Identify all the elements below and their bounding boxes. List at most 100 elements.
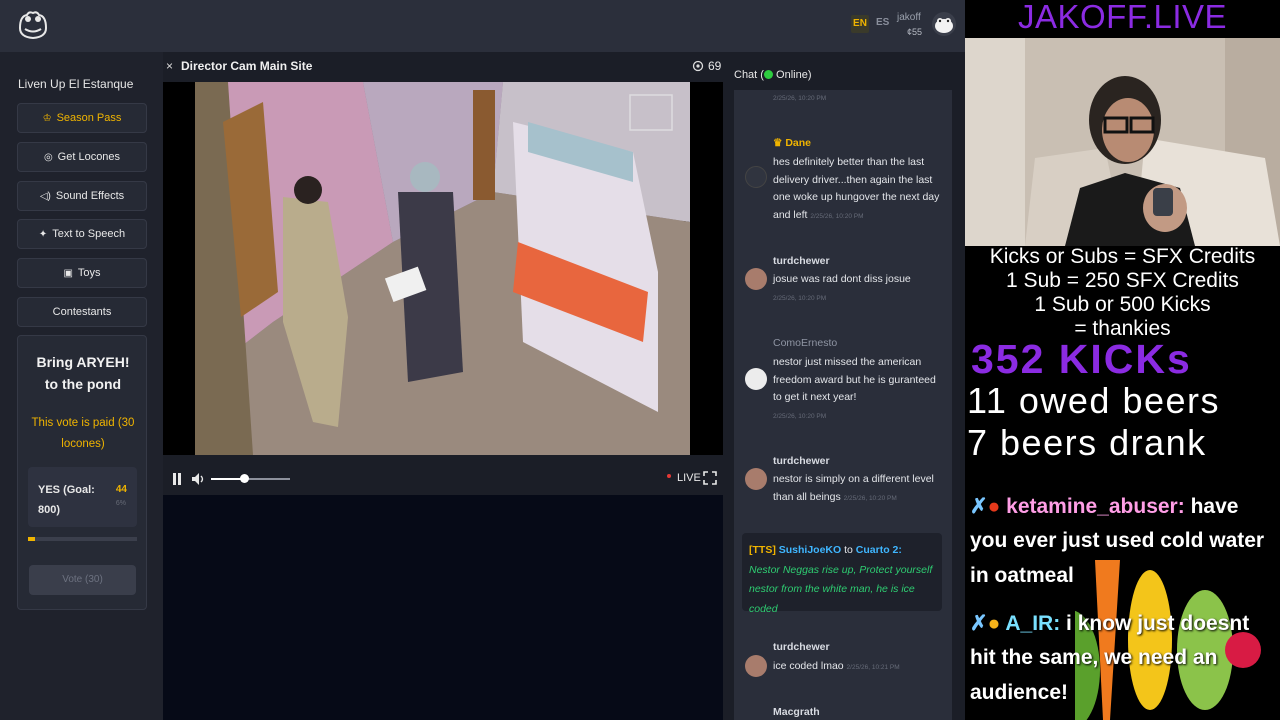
season-pass-label: Season Pass xyxy=(56,112,122,124)
player-controls: LIVE xyxy=(163,463,723,495)
vote-progress-fill xyxy=(28,537,35,541)
pause-icon[interactable] xyxy=(171,472,183,486)
camera-title: Director Cam Main Site xyxy=(181,59,313,73)
message-time: 2/25/26, 10:20 PM xyxy=(773,95,827,102)
owed-beers: 11 owed beers xyxy=(967,380,1220,421)
player-lower-area xyxy=(163,495,723,720)
chat-title: Chat ( xyxy=(734,69,764,81)
message-time: 2/25/26, 10:20 PM xyxy=(773,413,827,420)
sound-effects-label: Sound Effects xyxy=(55,190,125,202)
contestants-button[interactable]: Contestants xyxy=(17,297,147,327)
close-camera-button[interactable]: × xyxy=(166,59,173,73)
top-bar: EN ES jakoff ¢55 xyxy=(0,0,965,52)
sparkle-icon: ✦ xyxy=(38,228,48,240)
volume-slider[interactable] xyxy=(211,474,290,483)
toys-button[interactable]: ▣ Toys xyxy=(17,258,147,288)
sound-effects-button[interactable]: ◁) Sound Effects xyxy=(17,181,147,211)
chat-panel[interactable]: 2/25/26, 10:20 PM ♛ Dane hes definitely … xyxy=(734,90,952,720)
message-username[interactable]: ComoErnesto xyxy=(773,337,837,349)
stream-chat-line: in oatmeal xyxy=(970,564,1074,587)
message-username[interactable]: Macgrath xyxy=(773,706,820,718)
text-to-speech-button[interactable]: ✦ Text to Speech xyxy=(17,219,147,249)
live-label: LIVE xyxy=(677,472,701,484)
user-avatar-icon[interactable] xyxy=(932,12,956,36)
language-es-button[interactable]: ES xyxy=(876,17,889,28)
video-player[interactable] xyxy=(163,82,723,455)
message-body: ice coded lmao xyxy=(773,660,844,672)
tts-tag: [TTS] xyxy=(749,544,776,556)
message-text: hes definitely better than the last deli… xyxy=(773,154,943,225)
avatar xyxy=(745,368,767,390)
crown-icon: ♛ xyxy=(773,137,786,149)
stream-chat-line: audience! xyxy=(970,681,1069,704)
message-time: 2/25/26, 10:21 PM xyxy=(846,664,900,671)
contestants-label: Contestants xyxy=(52,306,112,318)
tts-recipient[interactable]: Cuarto 2: xyxy=(856,544,902,556)
vote-title-line1: Bring ARYEH! xyxy=(36,354,130,370)
sfx-line: 1 Sub = 250 SFX Credits xyxy=(1006,269,1239,292)
avatar xyxy=(745,166,767,188)
website-app: EN ES jakoff ¢55 Liven Up El Estanque ♔ … xyxy=(0,0,965,720)
volume-slider-thumb[interactable] xyxy=(240,474,250,483)
chat-status: Online) xyxy=(772,69,812,81)
text-to-speech-label: Text to Speech xyxy=(52,228,126,240)
live-dot-icon xyxy=(667,474,671,478)
fullscreen-icon[interactable] xyxy=(703,471,717,485)
vote-title-line2: to the pond xyxy=(44,376,122,392)
vote-button[interactable]: Vote (30) xyxy=(29,565,136,595)
message-time: 2/25/26, 10:20 PM xyxy=(773,295,827,302)
stream-chat-line: ✗● A_IR: i know just doesnt xyxy=(970,611,1249,636)
tts-to-word: to xyxy=(844,544,853,556)
vote-percent: 6% xyxy=(115,500,126,507)
message-username[interactable]: ♛ Dane xyxy=(773,137,811,149)
coin-balance: ¢55 xyxy=(907,27,923,37)
get-locones-label: Get Locones xyxy=(57,151,121,163)
message-text: ice coded lmao 2/25/26, 10:21 PM xyxy=(773,658,943,677)
stream-chat-sword-icon: ✗ xyxy=(970,495,988,518)
stream-chat-badge-icon: ● xyxy=(987,612,1006,635)
message-username[interactable]: turdchewer xyxy=(773,255,830,267)
tts-sender[interactable]: SushiJoeKO xyxy=(779,544,841,556)
sfx-line: 1 Sub or 500 Kicks xyxy=(1034,293,1211,316)
vote-paid-notice: This vote is paid (30 locones) xyxy=(31,417,135,450)
stream-chat-text: have xyxy=(1184,495,1239,518)
webcam-feed-image xyxy=(965,38,1280,246)
frog-logo-icon[interactable] xyxy=(16,8,50,42)
eye-icon xyxy=(692,60,704,72)
stream-chat-line: hit the same, we need an xyxy=(970,646,1218,669)
avatar xyxy=(745,268,767,290)
chat-header: Chat ( Online) xyxy=(734,69,812,81)
viewer-count: 69 xyxy=(708,59,722,73)
vote-progress-bar xyxy=(28,537,137,541)
avatar xyxy=(745,655,767,677)
stream-chat-user: ketamine_abuser: xyxy=(1006,495,1185,518)
language-en-button[interactable]: EN xyxy=(851,15,869,33)
stream-chat-text: i know just doesnt xyxy=(1060,612,1250,635)
vote-option-yes[interactable]: YES (Goal: 800) 44 6% xyxy=(28,467,137,527)
sfx-line: Kicks or Subs = SFX Credits xyxy=(989,245,1256,268)
stream-chat-badge-icon: ● xyxy=(987,495,1007,518)
get-locones-button[interactable]: ◎ Get Locones xyxy=(17,142,147,172)
online-status-icon xyxy=(763,70,773,79)
vote-option-label: YES (Goal: 800) xyxy=(38,484,95,516)
season-pass-button[interactable]: ♔ Season Pass xyxy=(17,103,147,133)
message-time: 2/25/26, 10:20 PM xyxy=(810,212,864,220)
tts-message: [TTS] SushiJoeKO to Cuarto 2: Nestor Neg… xyxy=(742,533,942,615)
volume-icon[interactable] xyxy=(191,472,205,486)
vote-title: Bring ARYEH! to the pond xyxy=(18,351,148,395)
stream-chat-sword-icon: ✗ xyxy=(970,612,988,635)
site-title: Liven Up El Estanque xyxy=(18,77,134,91)
message-text: nestor is simply on a different level th… xyxy=(773,471,943,507)
message-time: 2/25/26, 10:20 PM xyxy=(843,494,897,502)
message-username[interactable]: turdchewer xyxy=(773,455,830,467)
stream-title: JAKOFF.LIVE xyxy=(1017,0,1228,35)
username-label[interactable]: jakoff xyxy=(897,12,921,23)
stream-chat-line: you ever just used cold water xyxy=(970,529,1265,552)
stream-chat-line: ✗● ketamine_abuser: have xyxy=(970,494,1238,519)
camera-feed-image xyxy=(163,82,723,455)
beers-drank: 7 beers drank xyxy=(967,422,1207,463)
message-username[interactable]: turdchewer xyxy=(773,641,830,653)
tts-text: Nestor Neggas rise up, Protect yourself … xyxy=(749,563,933,615)
speaker-icon: ◁) xyxy=(39,190,51,202)
toys-label: Toys xyxy=(77,267,101,279)
